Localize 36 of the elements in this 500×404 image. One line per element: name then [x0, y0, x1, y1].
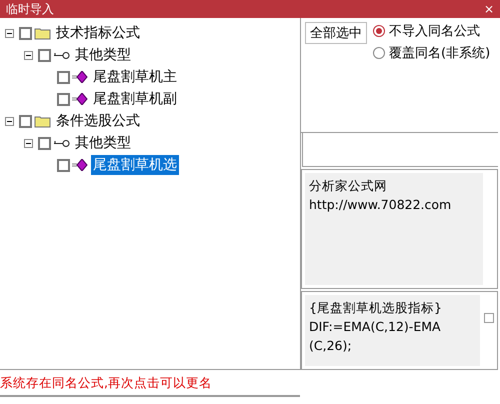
collapse-icon[interactable]: [24, 138, 33, 148]
tree-item[interactable]: 条件选股公式: [54, 111, 142, 131]
collapse-icon[interactable]: [5, 28, 14, 38]
collapse-icon[interactable]: [5, 116, 14, 126]
tree-checkbox[interactable]: [19, 26, 32, 40]
tree-checkbox[interactable]: [57, 92, 70, 106]
tree-checkbox[interactable]: [38, 136, 51, 150]
tree-item[interactable]: 其他类型: [73, 45, 133, 65]
key-icon: [53, 50, 70, 60]
key-icon: [53, 138, 70, 148]
tree-item[interactable]: 其他类型: [73, 133, 133, 153]
option-label[interactable]: 不导入同名公式: [389, 22, 480, 40]
radio-button[interactable]: [373, 47, 385, 59]
radio-button[interactable]: [373, 25, 385, 37]
folder-icon: [34, 114, 51, 128]
tree-item[interactable]: 尾盘割草机主: [91, 67, 179, 87]
formula-source: {尾盘割草机选股指标} DIF:=EMA(C,12)-EMA (C,26);: [305, 295, 480, 366]
tree-item[interactable]: 尾盘割草机副: [91, 89, 179, 109]
status-message: 系统存在同名公式,再次点击可以更名: [0, 375, 212, 392]
select-all-button[interactable]: 全部选中: [305, 22, 367, 44]
window-title: 临时导入: [6, 2, 54, 16]
formula-icon: [72, 159, 88, 171]
folder-icon: [34, 26, 51, 40]
option-label[interactable]: 覆盖同名(非系统): [389, 44, 490, 62]
tree-checkbox[interactable]: [38, 48, 51, 62]
collapse-icon[interactable]: [24, 50, 33, 60]
tree-item[interactable]: 尾盘割草机选: [91, 155, 179, 175]
tree-checkbox[interactable]: [57, 158, 70, 172]
close-button[interactable]: ×: [484, 2, 494, 16]
description-text: 分析家公式网 http://www.70822.com: [305, 173, 483, 285]
tree-checkbox[interactable]: [57, 70, 70, 84]
tree-item[interactable]: 技术指标公式: [54, 23, 142, 43]
formula-icon: [72, 93, 88, 105]
formula-icon: [72, 71, 88, 83]
checkbox[interactable]: [484, 313, 494, 323]
tree-checkbox[interactable]: [19, 114, 32, 128]
